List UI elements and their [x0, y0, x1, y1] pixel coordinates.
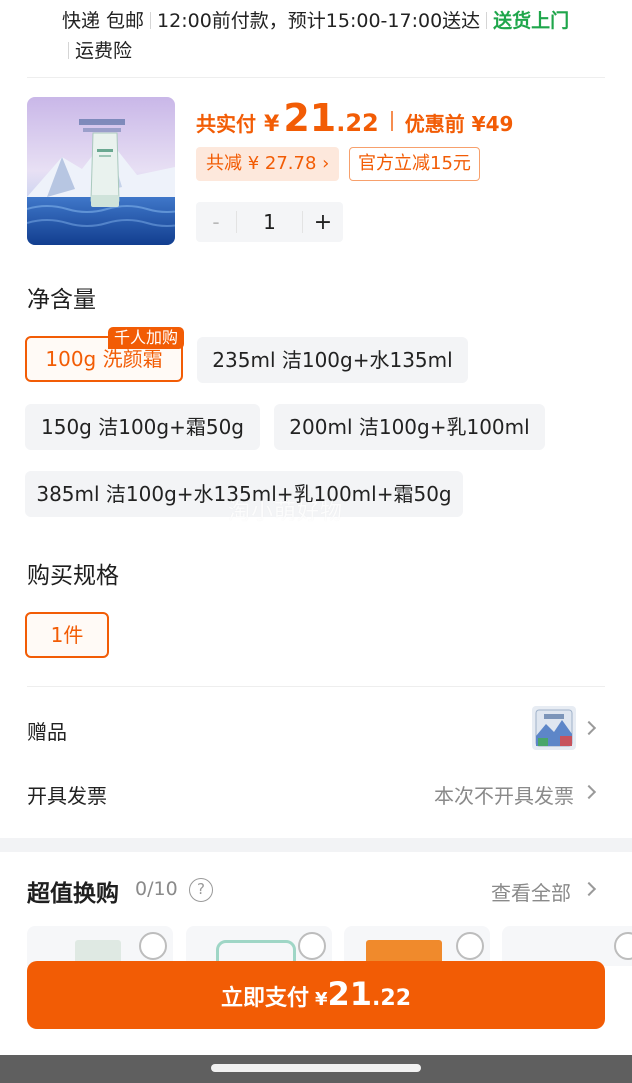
invoice-label: 开具发票 — [27, 784, 107, 808]
invoice-value[interactable]: 本次不开具发票 — [434, 780, 574, 809]
select-radio[interactable] — [298, 932, 326, 960]
purchase-spec-title: 购买规格 — [27, 563, 119, 589]
chevron-right-icon[interactable] — [581, 784, 597, 800]
swap-item[interactable] — [344, 926, 490, 966]
view-all-link[interactable]: 查看全部 — [491, 877, 571, 906]
delivery-info: 快递 包邮 12:00前付款，预计15:00-17:00送达 送货上门运费险 — [62, 6, 582, 66]
door-delivery: 送货上门 — [493, 10, 570, 32]
swap-title: 超值换购 — [27, 881, 119, 907]
option-net-content-3[interactable]: 200ml 洁100g+乳100ml — [274, 404, 545, 450]
system-navigation-bar — [0, 1055, 632, 1083]
select-radio[interactable] — [139, 932, 167, 960]
help-icon[interactable]: ? — [189, 878, 213, 902]
pay-label: 立即支付 — [220, 986, 309, 1011]
chevron-right-icon[interactable] — [581, 720, 597, 736]
quantity-value[interactable]: 1 — [236, 211, 303, 233]
net-content-title: 净含量 — [27, 287, 96, 313]
divider — [27, 77, 605, 78]
pay-now-button[interactable]: 立即支付 ¥ 21 .22 — [27, 961, 605, 1029]
increase-button[interactable]: + — [303, 210, 343, 235]
divider — [390, 111, 393, 131]
option-net-content-1[interactable]: 235ml 洁100g+水135ml — [197, 337, 468, 383]
quantity-stepper: - 1 + — [196, 202, 343, 242]
divider — [27, 686, 605, 687]
total-discount-badge[interactable]: 共减 ¥ 27.78 › — [196, 147, 340, 181]
product-image — [27, 97, 175, 245]
currency-symbol: ¥ — [264, 112, 280, 137]
hot-tag: 千人加购 — [108, 327, 185, 349]
option-spec-0[interactable]: 1件 — [25, 612, 109, 658]
decrease-button[interactable]: - — [196, 210, 236, 234]
product-cleanser-icon — [27, 97, 175, 245]
divider — [486, 12, 488, 29]
divider — [150, 12, 152, 29]
watermark: 淘小萌好物 — [228, 500, 344, 525]
total-price-decimal: .22 — [336, 109, 379, 137]
divider — [68, 42, 69, 59]
delivery-schedule: 12:00前付款，预计15:00-17:00送达 — [157, 10, 481, 32]
currency-symbol: ¥ — [314, 989, 328, 1010]
pay-price-integer: 21 — [327, 975, 373, 1013]
select-radio[interactable] — [614, 932, 632, 960]
delivery-method: 快递 包邮 — [62, 10, 145, 32]
swap-count: 0/10 — [135, 878, 178, 900]
select-radio[interactable] — [456, 932, 484, 960]
home-indicator[interactable] — [211, 1064, 421, 1072]
price-before-discount: 优惠前 ¥49 — [404, 112, 514, 136]
swap-item[interactable] — [186, 926, 332, 966]
total-price-integer: 21 — [283, 96, 337, 140]
gift-label: 赠品 — [27, 720, 67, 744]
gift-image[interactable] — [532, 706, 576, 750]
section-gap — [0, 838, 632, 852]
price-summary: 共实付 ¥ 21 .22 优惠前 ¥49 — [196, 96, 513, 140]
gift-product-icon — [532, 706, 576, 750]
option-net-content-2[interactable]: 150g 洁100g+霜50g — [25, 404, 260, 450]
official-discount-badge: 官方立减15元 — [349, 147, 480, 181]
shipping-insurance: 运费险 — [75, 40, 133, 62]
chevron-right-icon[interactable] — [581, 881, 597, 897]
total-label: 共实付 — [196, 112, 256, 136]
pay-price-decimal: .22 — [372, 986, 412, 1011]
swap-item[interactable] — [502, 926, 632, 966]
swap-item[interactable] — [27, 926, 173, 966]
